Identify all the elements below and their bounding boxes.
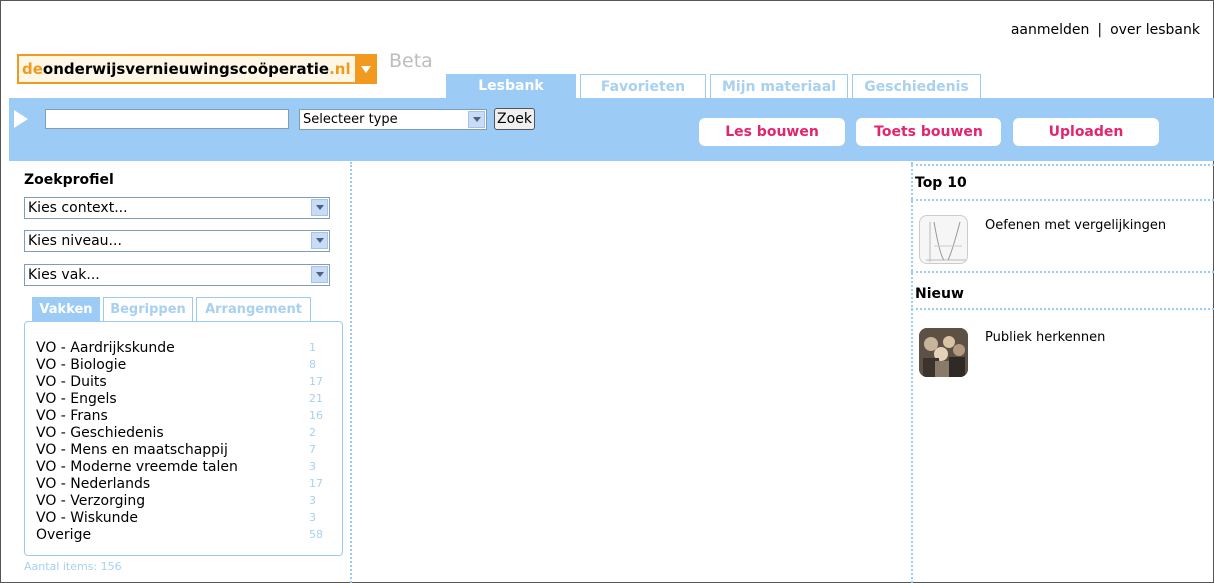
list-item[interactable]: VO - Engels 21 xyxy=(36,391,332,407)
top10-title: Top 10 xyxy=(915,175,967,191)
list-item[interactable]: VO - Moderne vreemde talen 3 xyxy=(36,459,332,475)
context-select[interactable]: Kies context... xyxy=(24,197,330,219)
nieuw-header-rule xyxy=(911,308,1214,310)
top10-item-title[interactable]: Oefenen met vergelijkingen xyxy=(985,218,1166,233)
list-item[interactable]: VO - Verzorging 3 xyxy=(36,493,332,509)
list-item[interactable]: VO - Geschiedenis 2 xyxy=(36,425,332,441)
about-link[interactable]: over lesbank xyxy=(1110,22,1200,38)
upload-button[interactable]: Uploaden xyxy=(1013,118,1159,146)
subject-list: VO - Aardrijkskunde 1 VO - Biologie 8 VO -… xyxy=(24,321,343,556)
build-lesson-button[interactable]: Les bouwen xyxy=(699,118,845,146)
left-divider xyxy=(350,162,352,583)
list-item[interactable]: Overige 58 xyxy=(36,527,332,543)
list-item[interactable]: VO - Biologie 8 xyxy=(36,357,332,373)
new-title: Nieuw xyxy=(915,286,964,302)
top-links: aanmelden | over lesbank xyxy=(1011,22,1200,38)
build-test-button[interactable]: Toets bouwen xyxy=(856,118,1001,146)
tab-lesbank[interactable]: Lesbank xyxy=(446,74,576,98)
tab-begrippen[interactable]: Begrippen xyxy=(103,297,193,321)
list-item[interactable]: VO - Frans 16 xyxy=(36,408,332,424)
list-item[interactable]: VO - Nederlands 17 xyxy=(36,476,332,492)
tab-arrangement[interactable]: Arrangement xyxy=(196,297,311,321)
chevron-down-icon[interactable] xyxy=(311,199,328,216)
chevron-down-icon[interactable] xyxy=(311,266,328,283)
item-count: Aantal items: 156 xyxy=(24,560,122,573)
play-icon[interactable] xyxy=(14,110,28,128)
tab-favorieten[interactable]: Favorieten xyxy=(580,74,706,98)
tab-geschiedenis[interactable]: Geschiedenis xyxy=(852,74,981,98)
type-select[interactable]: Selecteer type xyxy=(299,109,487,130)
crowd-photo-thumbnail[interactable] xyxy=(919,328,968,377)
top-links-separator: | xyxy=(1097,22,1103,38)
profile-tabs: Vakken Begrippen Arrangement xyxy=(32,297,311,321)
tab-mijn-materiaal[interactable]: Mijn materiaal xyxy=(710,74,848,98)
search-input[interactable] xyxy=(45,109,289,129)
login-link[interactable]: aanmelden xyxy=(1011,22,1090,38)
logo-dropdown-icon[interactable] xyxy=(354,54,377,84)
top10-header-rule xyxy=(911,199,1214,201)
top10-top-rule xyxy=(911,164,1214,166)
search-profile-title: Zoekprofiel xyxy=(24,172,114,188)
chevron-down-icon[interactable] xyxy=(311,232,328,249)
chevron-down-icon[interactable] xyxy=(468,111,485,128)
list-item[interactable]: VO - Mens en maatschappij 7 xyxy=(36,442,332,458)
main-tabs: Lesbank Favorieten Mijn materiaal Geschi… xyxy=(446,74,981,98)
new-item-title[interactable]: Publiek herkennen xyxy=(985,330,1105,345)
beta-label: Beta xyxy=(389,50,433,72)
list-item[interactable]: VO - Aardrijkskunde 1 xyxy=(36,340,332,356)
graph-thumbnail[interactable] xyxy=(919,215,968,264)
search-button[interactable]: Zoek xyxy=(494,108,535,130)
tab-vakken[interactable]: Vakken xyxy=(32,297,100,321)
level-select[interactable]: Kies niveau... xyxy=(24,230,330,252)
list-item[interactable]: VO - Wiskunde 3 xyxy=(36,510,332,526)
site-logo[interactable]: deonderwijsvernieuwingscoöperatie.nl xyxy=(17,54,377,84)
nieuw-top-rule xyxy=(911,271,1214,273)
right-divider xyxy=(911,162,913,583)
logo-text: deonderwijsvernieuwingscoöperatie.nl xyxy=(22,60,351,78)
list-item[interactable]: VO - Duits 17 xyxy=(36,374,332,390)
subject-select[interactable]: Kies vak... xyxy=(24,264,330,286)
